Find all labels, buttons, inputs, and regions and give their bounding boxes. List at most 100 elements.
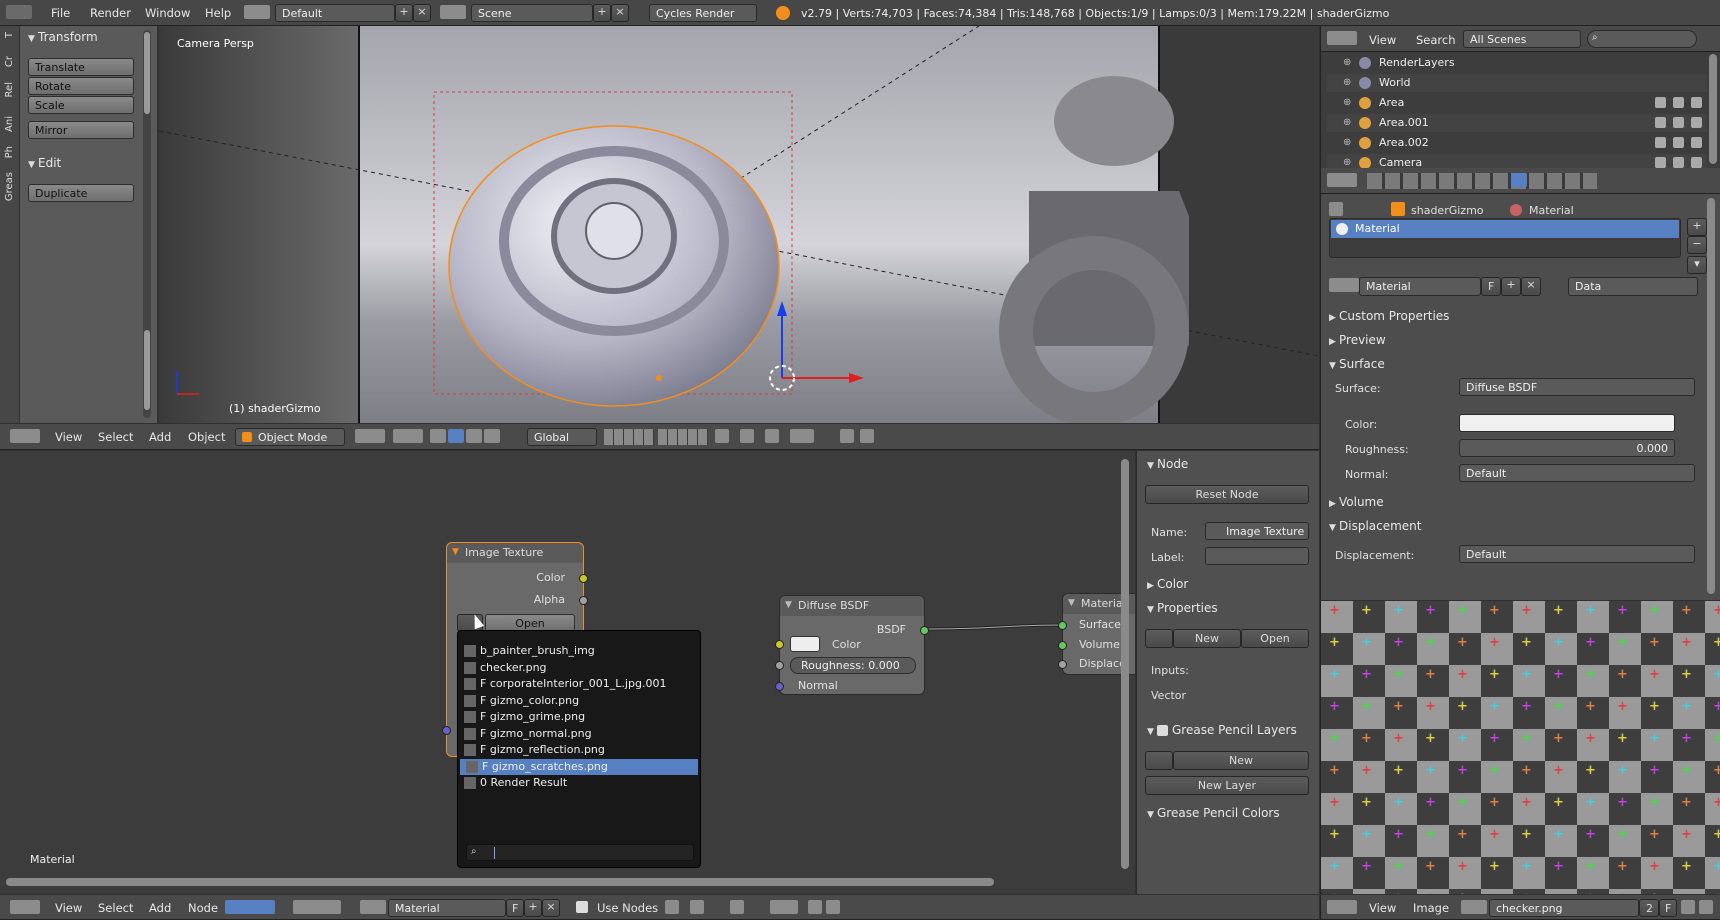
- translate-button[interactable]: Translate: [28, 58, 134, 76]
- roughness-field[interactable]: 0.000: [1459, 439, 1675, 457]
- menu-select[interactable]: Select: [98, 430, 133, 444]
- slot-remove-button[interactable]: −: [1687, 236, 1707, 254]
- menu-add[interactable]: Add: [149, 901, 171, 915]
- reset-node-button[interactable]: Reset Node: [1145, 485, 1309, 504]
- material-add-button[interactable]: +: [1501, 277, 1521, 296]
- parent-tree-icon[interactable]: [690, 900, 704, 914]
- shading-icon[interactable]: [355, 429, 385, 443]
- expand-icon[interactable]: ⊕: [1343, 114, 1351, 132]
- expand-icon[interactable]: ⊕: [1343, 94, 1351, 112]
- open-image-sidebar-button[interactable]: Open: [1241, 629, 1309, 648]
- roughness-input-socket[interactable]: [775, 661, 784, 670]
- layer-buttons-2[interactable]: [658, 429, 708, 445]
- roughness-slider[interactable]: Roughness: 0.000: [790, 657, 916, 674]
- image-search-field[interactable]: ⌕: [466, 844, 694, 861]
- editor-type-node-icon[interactable]: [10, 900, 40, 914]
- tab-physics[interactable]: Ph: [4, 146, 15, 158]
- material-link-dropdown[interactable]: Data: [1568, 277, 1698, 296]
- fake-user-button[interactable]: F: [506, 899, 524, 917]
- orientation-dropdown[interactable]: Global: [527, 428, 597, 446]
- volume-input-socket[interactable]: [1058, 641, 1067, 650]
- outliner-row[interactable]: ⊕ Area: [1327, 94, 1707, 112]
- properties-context-tabs[interactable]: [1367, 173, 1597, 189]
- layer-buttons[interactable]: [604, 429, 654, 445]
- slot-specials-button[interactable]: ▾: [1687, 256, 1707, 274]
- menu-view[interactable]: View: [55, 430, 82, 444]
- image-render-slot-icon[interactable]: [1699, 900, 1713, 914]
- mirror-button[interactable]: Mirror: [28, 121, 134, 139]
- eye-icon[interactable]: [1655, 117, 1666, 128]
- outliner-row[interactable]: ⊕ Area.001: [1327, 114, 1707, 132]
- menu-view[interactable]: View: [1369, 901, 1396, 915]
- eye-icon[interactable]: [1655, 157, 1666, 168]
- transform-header[interactable]: ▼ Transform: [28, 30, 98, 44]
- expand-icon[interactable]: ⊕: [1343, 134, 1351, 152]
- use-nodes-checkbox[interactable]: [576, 901, 588, 913]
- opengl-render-icon[interactable]: [840, 429, 854, 443]
- layout-remove-button[interactable]: ×: [413, 4, 431, 22]
- manipulator-icon[interactable]: [430, 429, 446, 443]
- gp-new-button[interactable]: New: [1173, 751, 1309, 770]
- editor-type-image-icon[interactable]: [1327, 900, 1357, 914]
- editor-type-3dview-icon[interactable]: [10, 429, 40, 443]
- material-browse-icon[interactable]: [1329, 278, 1359, 292]
- render-icon[interactable]: [1691, 137, 1702, 148]
- material-remove-button[interactable]: ×: [1521, 277, 1541, 296]
- image-name-field[interactable]: checker.png: [1489, 899, 1639, 917]
- menu-node[interactable]: Node: [188, 901, 218, 915]
- image-list-item[interactable]: F gizmo_reflection.png: [458, 742, 700, 759]
- node-editor-hscrollbar[interactable]: [6, 878, 994, 886]
- shader-nodes-icon[interactable]: [225, 900, 275, 914]
- image-list-item[interactable]: F gizmo_scratches.png: [460, 758, 698, 775]
- scale-button[interactable]: Scale: [28, 96, 134, 114]
- properties-scrollbar[interactable]: [1707, 198, 1715, 594]
- color-input-socket[interactable]: [775, 640, 784, 649]
- rotate-button[interactable]: Rotate: [28, 77, 134, 95]
- material-context-icon[interactable]: [1511, 173, 1527, 187]
- cursor-icon[interactable]: [1673, 137, 1684, 148]
- surface-shader-dropdown[interactable]: Diffuse BSDF: [1459, 378, 1695, 396]
- editor-type-properties-icon[interactable]: [1327, 173, 1357, 187]
- menu-object[interactable]: Object: [188, 430, 225, 444]
- render-icon[interactable]: [1691, 117, 1702, 128]
- grease-pencil-colors-header[interactable]: ▼ Grease Pencil Colors: [1147, 806, 1280, 820]
- translate-manipulator-icon[interactable]: [448, 429, 464, 443]
- material-add-button[interactable]: +: [524, 899, 542, 917]
- copy-nodes-icon[interactable]: [808, 900, 822, 914]
- alpha-output-socket[interactable]: [579, 596, 588, 605]
- surface-input-socket[interactable]: [1058, 621, 1067, 630]
- material-browse-icon[interactable]: [360, 900, 386, 914]
- preview-header[interactable]: ▶ Preview: [1329, 333, 1386, 347]
- scene-add-button[interactable]: +: [593, 4, 611, 22]
- properties-panel-header[interactable]: ▼ Properties: [1147, 601, 1218, 615]
- outliner-row[interactable]: ⊕ Area.002: [1327, 134, 1707, 152]
- 3d-viewport[interactable]: Camera Persp (1) shaderGizmo: [159, 26, 1319, 423]
- render-icon[interactable]: [1691, 157, 1702, 168]
- opengl-anim-icon[interactable]: [860, 429, 874, 443]
- material-slot-list[interactable]: Material: [1329, 218, 1681, 258]
- image-users-button[interactable]: 2: [1639, 899, 1659, 917]
- bsdf-output-socket[interactable]: [920, 626, 929, 635]
- cursor-icon[interactable]: [1673, 117, 1684, 128]
- tool-shelf-scrollbar[interactable]: [143, 30, 151, 418]
- normal-dropdown[interactable]: Default: [1459, 464, 1695, 482]
- scene-remove-button[interactable]: ×: [611, 4, 629, 22]
- image-list-item[interactable]: 0 Render Result: [458, 775, 700, 792]
- menu-file[interactable]: File: [51, 6, 70, 20]
- material-name-field[interactable]: Material: [1359, 277, 1481, 296]
- scene-field[interactable]: Scene: [471, 4, 593, 22]
- grease-pencil-layers-header[interactable]: ▼ Grease Pencil Layers: [1147, 723, 1297, 737]
- tab-create[interactable]: Cr: [4, 56, 15, 67]
- new-image-button[interactable]: New: [1173, 629, 1241, 648]
- image-list-item[interactable]: F gizmo_color.png: [458, 693, 700, 710]
- rotate-manipulator-icon[interactable]: [466, 429, 482, 443]
- browse-image-button[interactable]: [1145, 629, 1173, 648]
- gp-browse-button[interactable]: [1145, 751, 1173, 770]
- custom-properties-header[interactable]: ▶ Custom Properties: [1329, 309, 1449, 323]
- layout-icon[interactable]: [244, 5, 270, 19]
- edit-header[interactable]: ▼ Edit: [28, 156, 61, 170]
- menu-view[interactable]: View: [55, 901, 82, 915]
- outliner-row[interactable]: ⊕ World: [1327, 74, 1707, 92]
- node-name-field[interactable]: Image Texture: [1205, 522, 1309, 540]
- cursor-icon[interactable]: [1673, 157, 1684, 168]
